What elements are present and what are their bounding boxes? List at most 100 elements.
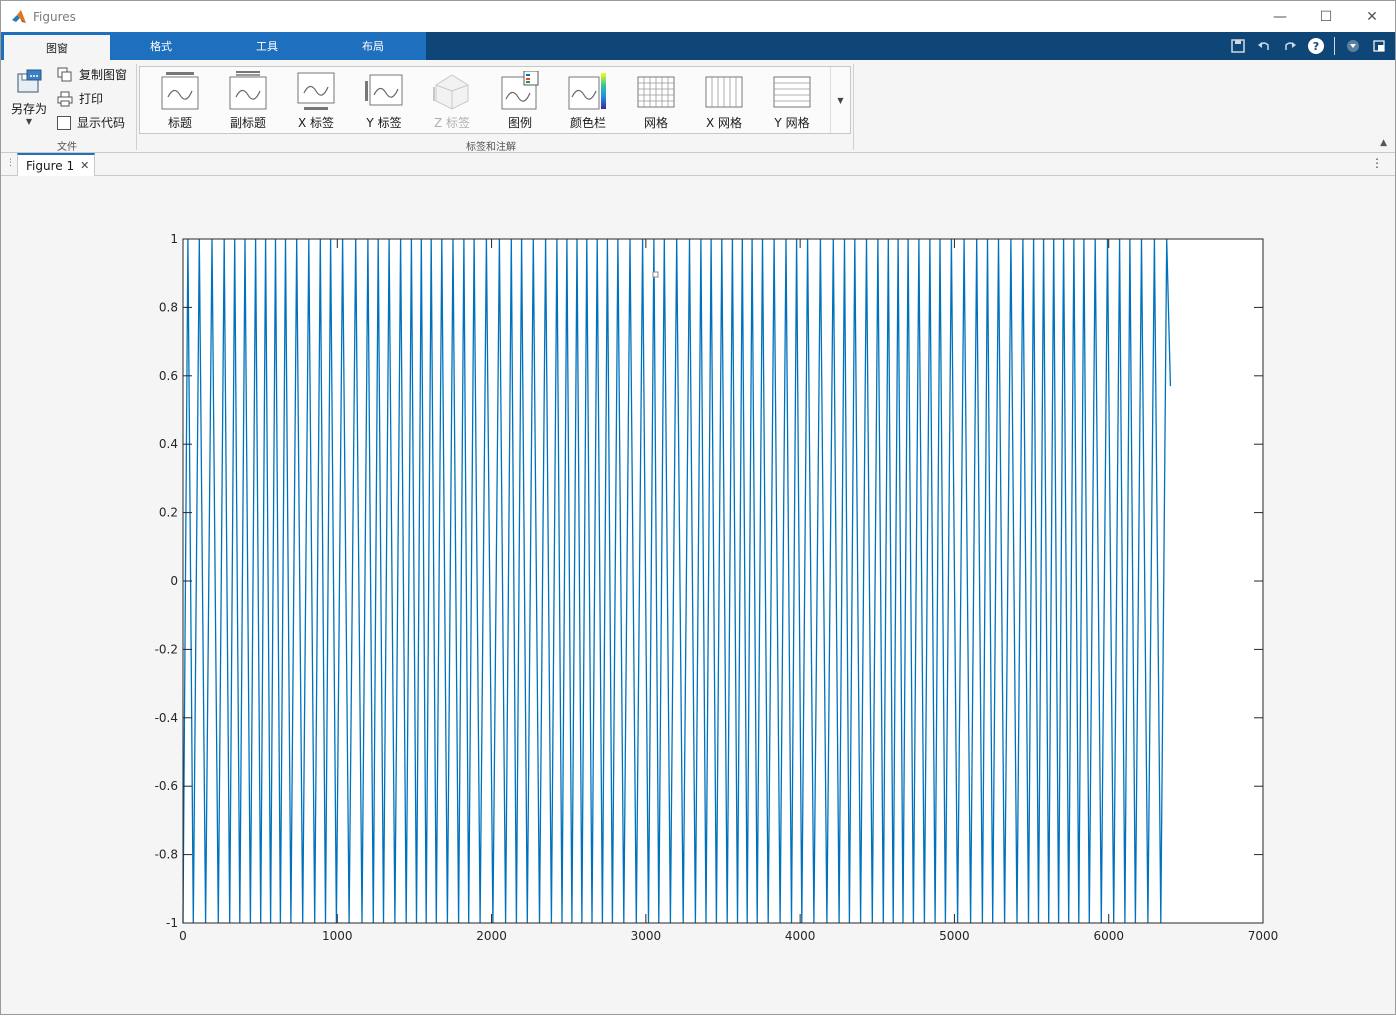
figure-tab[interactable]: Figure 1 ✕ [17,153,95,176]
gallery-item-label: Y 网格 [774,116,810,130]
gallery-item-colorbar[interactable]: 颜色栏 [554,71,622,131]
chevron-down-icon: ▼ [25,117,33,126]
gallery-item-grid[interactable]: 网格 [622,71,690,131]
y-tick-label: 1 [170,232,178,246]
dock-icon[interactable] [1371,38,1387,54]
copy-figure-button[interactable]: 复制图窗 [57,66,127,83]
customize-dropdown-icon[interactable] [1345,38,1361,54]
ribbon-tab-bar: 图窗 格式 工具 布局 ? [1,32,1395,60]
gallery-item-xlabel[interactable]: X 标签 [282,71,350,131]
gallery-item-label: 图例 [507,116,532,130]
window-controls: — ☐ ✕ [1257,1,1395,32]
y-tick-label: 0.4 [159,437,178,451]
x-tick-label: 0 [179,929,187,943]
print-button[interactable]: 打印 [57,90,103,107]
xlabel-icon [297,72,335,110]
x-tick-label: 2000 [476,929,507,943]
gallery-item-legend[interactable]: 图例 [486,71,554,131]
print-icon [57,91,73,106]
copy-icon [57,67,72,81]
x-tick-label: 3000 [631,929,662,943]
gallery-item-label: 副标题 [229,116,266,130]
datatip-marker[interactable] [652,271,659,278]
close-tab-icon[interactable]: ✕ [80,159,89,172]
subtitle-icon [229,71,267,110]
x-tick-label: 5000 [939,929,970,943]
save-as-icon [17,69,42,93]
gallery-item-label: X 标签 [297,116,335,130]
figure-canvas: 0 1000 2000 3000 4000 5000 6000 7000 -1 -0.8 -0.6 -… [1,176,1395,1014]
gallery-item-label: Z 标签 [433,116,471,130]
copy-figure-label: 复制图窗 [79,68,128,82]
labels-group-label: 标签和注解 [466,142,516,153]
legend-icon [501,71,539,110]
document-tab-bar: ⋮ Figure 1 ✕ ⋮ [1,153,1395,176]
title-bar: Figures — ☐ ✕ [1,1,1395,32]
gallery-item-label: 网格 [643,116,668,130]
toolbar-divider [1334,37,1335,55]
grip-icon[interactable]: ⋮ [6,158,15,168]
x-tick-label: 4000 [785,929,816,943]
gallery-item-ygrid[interactable]: Y 网格 [758,71,826,131]
x-tick-label: 6000 [1093,929,1124,943]
gallery-item-label: X 网格 [705,116,743,130]
show-code-label: 显示代码 [77,116,126,130]
x-tick-label: 1000 [322,929,353,943]
y-tick-label: -1 [166,916,178,930]
ribbon: 另存为 ▼ 复制图窗 打印 显示代码 文件 标题 副标题 X 标签 Y 标签 Z… [1,60,1395,153]
tab-tools[interactable]: 工具 [214,32,320,60]
matlab-logo-icon [12,9,26,23]
line-plot[interactable]: 0 1000 2000 3000 4000 5000 6000 7000 -1 -0.8 -0.6 -… [1,176,1395,1014]
x-tick-label: 7000 [1248,929,1279,943]
minimize-button[interactable]: — [1257,1,1303,32]
chevron-down-icon: ▼ [837,95,844,105]
y-tick-label: -0.8 [155,848,178,862]
gallery-item-label: 标题 [167,116,192,130]
save-as-label: 另存为 [10,102,47,116]
gallery-item-title[interactable]: 标题 [146,71,214,131]
labels-gallery: 标题 副标题 X 标签 Y 标签 Z 标签 图例 颜色栏 网格 X 网格 Y 网… [139,66,851,134]
redo-icon[interactable] [1282,38,1298,54]
y-tick-label: 0.2 [159,506,178,520]
ylabel-icon [365,74,403,106]
gallery-item-ylabel[interactable]: Y 标签 [350,71,418,131]
save-icon[interactable] [1230,38,1246,54]
tab-format[interactable]: 格式 [108,32,214,60]
help-icon[interactable]: ? [1308,38,1324,54]
file-group-label: 文件 [57,142,77,153]
show-code-checkbox[interactable]: 显示代码 [57,114,125,131]
undo-icon[interactable] [1256,38,1272,54]
grid-icon [637,76,675,108]
xgrid-icon [705,76,743,108]
gallery-item-label: Y 标签 [366,116,402,130]
print-label: 打印 [79,92,104,106]
y-tick-label: 0 [170,574,178,588]
y-tick-label: -0.2 [155,642,178,656]
window-title: Figures [33,9,76,24]
maximize-button[interactable]: ☐ [1303,1,1349,32]
gallery-item-xgrid[interactable]: X 网格 [690,71,758,131]
gallery-expand-button[interactable]: ▼ [830,67,850,133]
title-icon [161,72,199,110]
group-divider [136,64,137,150]
checkbox-icon [57,115,71,130]
collapse-ribbon-icon[interactable]: ▲ [1380,138,1387,148]
document-menu-icon[interactable]: ⋮ [1371,156,1383,170]
close-button[interactable]: ✕ [1349,1,1395,32]
zlabel-icon [433,74,469,110]
save-as-button[interactable]: 另存为 ▼ [7,68,51,138]
figure-tab-label: Figure 1 [26,158,75,173]
y-tick-label: 0.8 [159,300,178,314]
ygrid-icon [773,76,811,108]
figures-window: Figures — ☐ ✕ 图窗 格式 工具 布局 ? 另存为 ▼ 复制图窗 打… [0,0,1396,1015]
quick-access-toolbar: ? [1230,32,1387,60]
tab-layout[interactable]: 布局 [320,32,426,60]
group-divider [853,64,854,150]
y-tick-label: 0.6 [159,369,178,383]
gallery-item-subtitle[interactable]: 副标题 [214,71,282,131]
tab-figure[interactable]: 图窗 [4,35,110,60]
gallery-item-zlabel[interactable]: Z 标签 [418,71,486,131]
y-tick-label: -0.4 [155,711,178,725]
colorbar-icon [568,73,606,110]
gallery-item-label: 颜色栏 [569,116,606,130]
